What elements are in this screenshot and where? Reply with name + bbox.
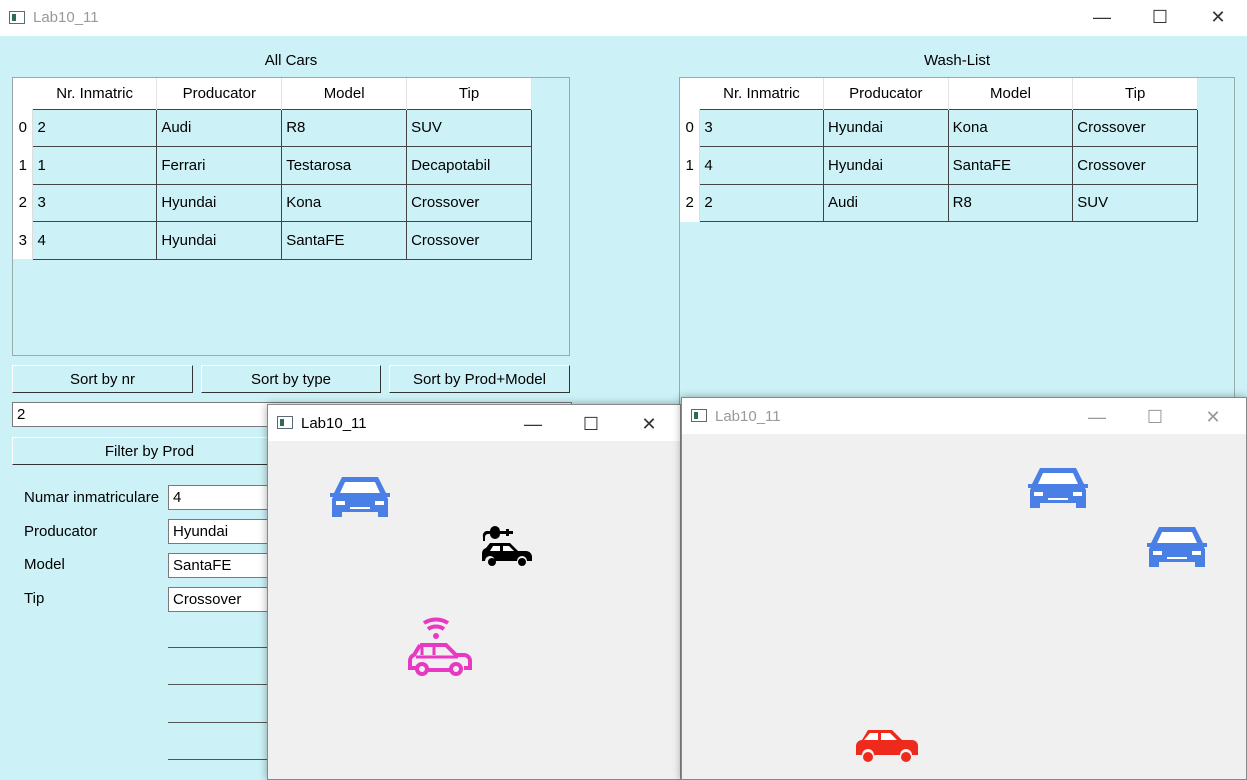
popup-titlebar: Lab10_11 — ☐ ✕ [682, 398, 1246, 434]
minimize-button[interactable]: — [504, 407, 562, 441]
app-icon [9, 11, 25, 24]
popup-titlebar: Lab10_11 — ☐ ✕ [268, 405, 680, 441]
sort-by-nr-button[interactable]: Sort by nr [12, 365, 193, 393]
maximize-button[interactable]: ☐ [1131, 0, 1189, 34]
table-cell[interactable]: Crossover [406, 183, 532, 222]
table-row[interactable]: 2 2 Audi R8 SUV [680, 183, 1198, 222]
app-icon [277, 416, 293, 429]
table-cell[interactable]: Ferrari [156, 146, 283, 185]
connected-car-icon[interactable] [406, 615, 474, 679]
all-cars-title: All Cars [264, 52, 318, 69]
filter-by-prod-button[interactable]: Filter by Prod [12, 437, 287, 465]
table-cell[interactable]: Hyundai [156, 221, 283, 260]
column-header[interactable]: Nr. Inmatric [32, 78, 158, 109]
car-icon[interactable] [1145, 523, 1209, 575]
row-header[interactable]: 2 [13, 184, 34, 222]
table-cell[interactable]: Testarosa [281, 146, 408, 185]
wash-list-title: Wash-List [923, 52, 991, 69]
table-cell[interactable]: 4 [32, 221, 158, 260]
column-header[interactable]: Model [948, 78, 1074, 109]
column-header[interactable]: Nr. Inmatric [699, 78, 824, 109]
row-header[interactable]: 0 [13, 109, 34, 147]
table-cell[interactable]: Audi [156, 108, 283, 147]
row-header[interactable]: 1 [680, 146, 701, 184]
corner-header [13, 78, 33, 109]
table-row[interactable]: 1 1 Ferrari Testarosa Decapotabil [13, 146, 532, 185]
sort-by-prod-model-button[interactable]: Sort by Prod+Model [389, 365, 570, 393]
table-cell[interactable]: SantaFE [281, 221, 408, 260]
table-cell[interactable]: Crossover [1072, 108, 1198, 147]
table-cell[interactable]: Decapotabil [406, 146, 532, 185]
nr-label: Numar inmatriculare [24, 489, 160, 506]
car-icon[interactable] [328, 473, 392, 525]
table-cell[interactable]: Audi [822, 183, 949, 222]
table-cell[interactable]: R8 [947, 183, 1074, 222]
minimize-button[interactable]: — [1068, 400, 1126, 434]
separator-line [168, 759, 278, 760]
model-label: Model [24, 556, 65, 573]
table-cell[interactable]: 2 [32, 108, 158, 147]
car-icon[interactable] [1026, 464, 1090, 516]
row-header[interactable]: 1 [13, 146, 34, 184]
table-row[interactable]: 2 3 Hyundai Kona Crossover [13, 183, 532, 222]
separator-line [168, 647, 278, 648]
table-row[interactable]: 0 2 Audi R8 SUV [13, 108, 532, 147]
maximize-button[interactable]: ☐ [1126, 400, 1184, 434]
tip-label: Tip [24, 590, 45, 607]
row-header[interactable]: 0 [680, 109, 701, 147]
car-icon[interactable] [854, 728, 920, 764]
close-button[interactable]: ✕ [620, 407, 678, 441]
window-title: Lab10_11 [33, 9, 99, 26]
table-cell[interactable]: 4 [699, 146, 824, 185]
table-cell[interactable]: Kona [281, 183, 408, 222]
corner-header [680, 78, 700, 109]
row-header[interactable]: 3 [13, 221, 34, 259]
close-button[interactable]: ✕ [1184, 400, 1242, 434]
producator-label: Producator [24, 523, 98, 540]
table-cell[interactable]: 2 [699, 183, 824, 222]
table-row[interactable]: 1 4 Hyundai SantaFE Crossover [680, 146, 1198, 185]
column-header[interactable]: Tip [406, 78, 532, 109]
table-cell[interactable]: Kona [947, 108, 1074, 147]
table-cell[interactable]: SantaFE [947, 146, 1074, 185]
table-cell[interactable]: 1 [32, 146, 158, 185]
column-header[interactable]: Producator [823, 78, 949, 109]
app-icon [691, 409, 707, 422]
separator-line [168, 684, 278, 685]
column-header[interactable]: Tip [1072, 78, 1198, 109]
table-cell[interactable]: Crossover [406, 221, 532, 260]
car-window-right: Lab10_11 — ☐ ✕ [681, 397, 1247, 780]
table-cell[interactable]: SUV [1072, 183, 1198, 222]
table-cell[interactable]: Crossover [1072, 146, 1198, 185]
popup-title: Lab10_11 [301, 415, 367, 432]
column-header[interactable]: Producator [156, 78, 283, 109]
table-cell[interactable]: SUV [406, 108, 532, 147]
minimize-button[interactable]: — [1073, 0, 1131, 34]
row-header[interactable]: 2 [680, 184, 701, 222]
car-window-left: Lab10_11 — ☐ ✕ [267, 404, 681, 780]
table-cell[interactable]: Hyundai [822, 108, 949, 147]
main-titlebar: Lab10_11 — ☐ ✕ [0, 0, 1247, 36]
sort-by-type-button[interactable]: Sort by type [201, 365, 381, 393]
close-button[interactable]: ✕ [1189, 0, 1247, 34]
table-row[interactable]: 0 3 Hyundai Kona Crossover [680, 108, 1198, 147]
table-cell[interactable]: 3 [699, 108, 824, 147]
maximize-button[interactable]: ☐ [562, 407, 620, 441]
separator-line [168, 722, 278, 723]
table-cell[interactable]: Hyundai [822, 146, 949, 185]
popup-title: Lab10_11 [715, 408, 781, 425]
table-cell[interactable]: 3 [32, 183, 158, 222]
column-header[interactable]: Model [281, 78, 408, 109]
wash-list-table[interactable]: Nr. Inmatric Producator Model Tip 0 3 Hy… [680, 78, 1198, 222]
table-row[interactable]: 3 4 Hyundai SantaFE Crossover [13, 221, 532, 260]
electric-car-icon[interactable] [480, 525, 534, 567]
table-cell[interactable]: Hyundai [156, 183, 283, 222]
all-cars-table[interactable]: Nr. Inmatric Producator Model Tip 0 2 Au… [13, 78, 532, 260]
table-cell[interactable]: R8 [281, 108, 408, 147]
